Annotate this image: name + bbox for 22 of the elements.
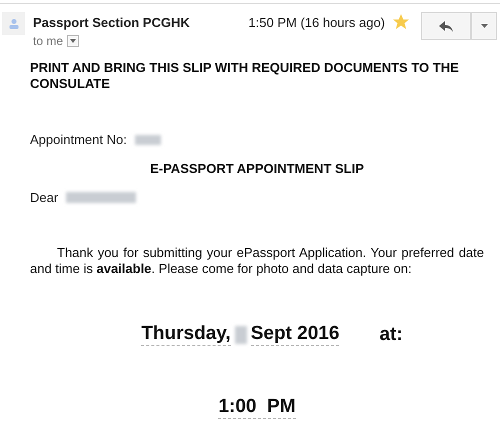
caret-icon (480, 24, 488, 28)
redacted-mark (66, 192, 136, 203)
recipient-text: to me (33, 34, 64, 48)
details-dropdown[interactable] (67, 35, 80, 47)
greeting-text: Dear (30, 190, 58, 205)
message-time: 1:50 PM (16 hours ago) (248, 14, 385, 30)
redacted-mark (134, 134, 161, 144)
message-paragraph: Thank you for submitting your ePassport Application. Your preferred date and time is available. Please come for photo and data capture on: (30, 245, 484, 277)
star-icon[interactable] (393, 14, 409, 30)
slip-heading: PRINT AND BRING THIS SLIP WITH REQUIRED DOCUMENTS TO THE CONSULATE (30, 60, 460, 92)
at-text: at: (379, 324, 403, 346)
redacted-mark (234, 326, 247, 344)
reply-icon (439, 20, 453, 32)
date-text: Sept 2016 (250, 323, 340, 346)
caret-icon (70, 39, 76, 43)
date-text: Thursday, (141, 323, 231, 346)
reply-button[interactable] (421, 12, 471, 40)
appointment-label: Appointment No: (30, 132, 127, 147)
slip-title: E-PASSPORT APPOINTMENT SLIP (149, 161, 365, 176)
sender-name: Passport Section PCGHK (33, 15, 191, 30)
avatar-icon (2, 12, 25, 35)
time-text: 1:00 PM (218, 396, 296, 419)
